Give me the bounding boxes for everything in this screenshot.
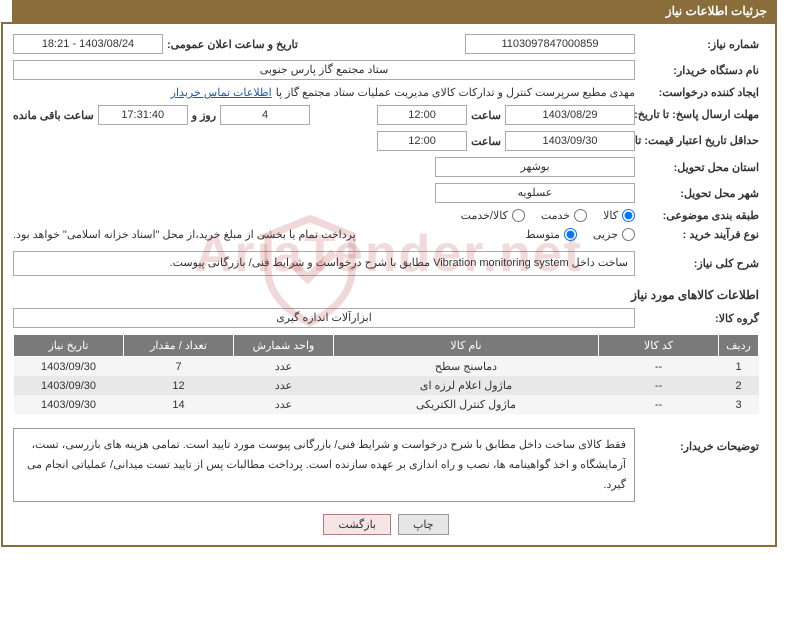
radio-label: کالا/خدمت — [461, 209, 508, 222]
purchase-radio-opt[interactable]: متوسط — [525, 228, 577, 241]
purchase-radio-opt[interactable]: جزیی — [593, 228, 635, 241]
table-cell: 3 — [719, 395, 759, 414]
city-box: عسلویه — [435, 183, 635, 203]
table-header: نام کالا — [334, 335, 599, 357]
radio-label: جزیی — [593, 228, 618, 241]
deadline-date-box: 1403/08/29 — [505, 105, 635, 125]
table-cell: 1403/09/30 — [14, 357, 124, 377]
table-cell: 1403/09/30 — [14, 376, 124, 395]
purchase-radio-group: جزیی متوسط — [525, 228, 635, 241]
goods-section-title: اطلاعات کالاهای مورد نیاز — [13, 288, 759, 302]
table-row: 1--دماسنج سطحعدد71403/09/30 — [14, 357, 759, 377]
table-header: تعداد / مقدار — [124, 335, 234, 357]
radio-input[interactable] — [622, 228, 635, 241]
city-label: شهر محل تحویل: — [639, 187, 759, 200]
radio-input[interactable] — [512, 209, 525, 222]
category-radio-group: کالا خدمت کالا/خدمت — [461, 209, 635, 222]
remain-time-box: 17:31:40 — [98, 105, 188, 125]
page-header: جزئیات اطلاعات نیاز — [12, 0, 777, 22]
device-label: نام دستگاه خریدار: — [639, 64, 759, 77]
table-header: واحد شمارش — [234, 335, 334, 357]
radio-input[interactable] — [622, 209, 635, 222]
table-cell: 1403/09/30 — [14, 395, 124, 414]
table-cell: 2 — [719, 376, 759, 395]
page-title: جزئیات اطلاعات نیاز — [666, 4, 767, 18]
back-button[interactable]: بازگشت — [323, 514, 391, 535]
remain-label: ساعت باقی مانده — [13, 109, 94, 122]
announce-box: 1403/08/24 - 18:21 — [13, 34, 163, 54]
province-box: بوشهر — [435, 157, 635, 177]
radio-input[interactable] — [574, 209, 587, 222]
table-cell: 7 — [124, 357, 234, 377]
radio-label: متوسط — [525, 228, 560, 241]
table-cell: ماژول اعلام لرزه ای — [334, 376, 599, 395]
table-cell: 12 — [124, 376, 234, 395]
table-cell: 14 — [124, 395, 234, 414]
validity-time-box: 12:00 — [377, 131, 467, 151]
need-number-label: شماره نیاز: — [639, 38, 759, 51]
desc-box: ساخت داخل Vibration monitoring system مط… — [13, 251, 635, 276]
announce-label: تاریخ و ساعت اعلان عمومی: — [167, 38, 298, 51]
explain-label: توضیحات خریدار: — [639, 424, 759, 453]
payment-note: پرداخت تمام یا بخشی از مبلغ خرید،از محل … — [13, 228, 356, 241]
desc-label: شرح کلی نیاز: — [639, 257, 759, 270]
group-box: ابزارآلات اندازه گیری — [13, 308, 635, 328]
explain-box: فقط کالای ساخت داخل مطابق با شرح درخواست… — [13, 428, 635, 502]
group-label: گروه کالا: — [639, 312, 759, 325]
purchase-type-label: نوع فرآیند خرید : — [639, 228, 759, 241]
validity-label: حداقل تاریخ اعتبار قیمت: تا تاریخ: — [639, 135, 759, 147]
requester-label: ایجاد کننده درخواست: — [639, 86, 759, 99]
table-row: 3--ماژول کنترل الکتریکیعدد141403/09/30 — [14, 395, 759, 414]
radio-label: خدمت — [541, 209, 570, 222]
deadline-label: مهلت ارسال پاسخ: تا تاریخ: — [639, 109, 759, 121]
table-cell: -- — [599, 395, 719, 414]
table-header: تاریخ نیاز — [14, 335, 124, 357]
table-cell: -- — [599, 376, 719, 395]
category-radio-opt[interactable]: خدمت — [541, 209, 587, 222]
goods-table: ردیفکد کالانام کالاواحد شمارشتعداد / مقد… — [13, 334, 759, 414]
province-label: استان محل تحویل: — [639, 161, 759, 174]
table-cell: 1 — [719, 357, 759, 377]
days-box: 4 — [220, 105, 310, 125]
category-radio-opt[interactable]: کالا — [603, 209, 635, 222]
table-row: 2--ماژول اعلام لرزه ایعدد121403/09/30 — [14, 376, 759, 395]
radio-input[interactable] — [564, 228, 577, 241]
need-number-box: 1103097847000859 — [465, 34, 635, 54]
table-cell: عدد — [234, 357, 334, 377]
form-panel: AriaTender.net شماره نیاز: 1103097847000… — [1, 22, 777, 547]
print-button[interactable]: چاپ — [398, 514, 449, 535]
hour-label-1: ساعت — [471, 109, 501, 122]
category-radio-opt[interactable]: کالا/خدمت — [461, 209, 525, 222]
deadline-time-box: 12:00 — [377, 105, 467, 125]
table-header: کد کالا — [599, 335, 719, 357]
table-cell: عدد — [234, 376, 334, 395]
table-cell: دماسنج سطح — [334, 357, 599, 377]
validity-date-box: 1403/09/30 — [505, 131, 635, 151]
contact-link[interactable]: اطلاعات تماس خریدار — [171, 86, 272, 99]
table-header: ردیف — [719, 335, 759, 357]
table-cell: -- — [599, 357, 719, 377]
table-cell: ماژول کنترل الکتریکی — [334, 395, 599, 414]
days-label: روز و — [192, 109, 216, 122]
radio-label: کالا — [603, 209, 618, 222]
hour-label-2: ساعت — [471, 135, 501, 148]
category-label: طبقه بندی موضوعی: — [639, 209, 759, 222]
table-cell: عدد — [234, 395, 334, 414]
requester-value: مهدی مطیع سرپرست کنترل و تدارکات کالای م… — [276, 86, 635, 99]
device-box: ستاد مجتمع گاز پارس جنوبی — [13, 60, 635, 80]
